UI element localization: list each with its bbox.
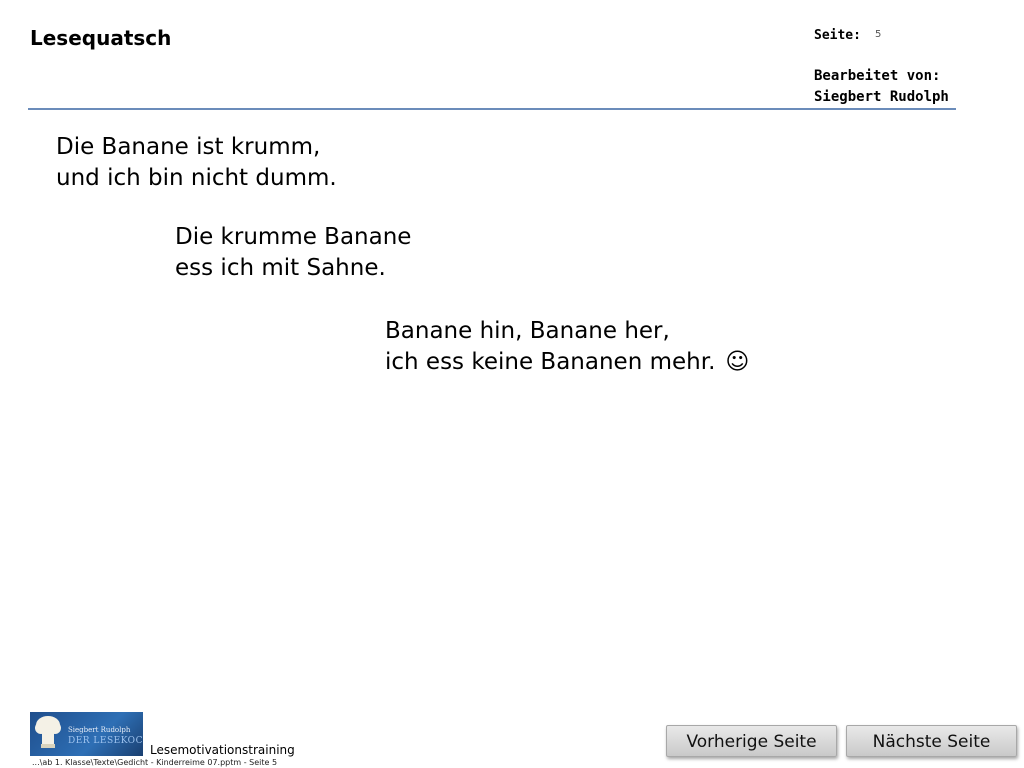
poem-line: Die Banane ist krumm, bbox=[56, 134, 321, 160]
page-title: Lesequatsch bbox=[30, 26, 172, 50]
lesekoch-logo: Siegbert Rudolph DER LESEKOCH bbox=[30, 712, 143, 756]
footer-label: Lesemotivationstraining bbox=[150, 743, 295, 757]
poem-line-with-smiley: ich ess keine Bananen mehr. ☺ bbox=[385, 347, 749, 378]
file-path: ...\ab 1. Klasse\Texte\Gedicht - Kinderr… bbox=[32, 758, 278, 767]
poem-stanza-1: Die Banane ist krumm, und ich bin nicht … bbox=[56, 132, 337, 194]
logo-brand: DER LESEKOCH bbox=[68, 736, 143, 746]
logo-author-name: Siegbert Rudolph bbox=[68, 726, 131, 734]
poem-line: und ich bin nicht dumm. bbox=[56, 165, 337, 191]
poem-line: ess ich mit Sahne. bbox=[175, 255, 386, 281]
smiley-icon: ☺ bbox=[725, 349, 750, 375]
editor-name: Siegbert Rudolph bbox=[814, 89, 949, 105]
page-number: 5 bbox=[875, 29, 882, 40]
poem-line: Banane hin, Banane her, bbox=[385, 318, 670, 344]
previous-page-button[interactable]: Vorherige Seite bbox=[666, 725, 837, 757]
poem-line: ich ess keine Bananen mehr. bbox=[385, 349, 716, 375]
chef-hat-icon bbox=[35, 716, 61, 748]
page-label: Seite: bbox=[814, 28, 861, 43]
next-page-button[interactable]: Nächste Seite bbox=[846, 725, 1017, 757]
editor-info: Bearbeitet von: Siegbert Rudolph bbox=[814, 66, 949, 108]
header-divider bbox=[28, 108, 956, 110]
poem-stanza-2: Die krumme Banane ess ich mit Sahne. bbox=[175, 222, 411, 284]
poem-stanza-3: Banane hin, Banane her, ich ess keine Ba… bbox=[385, 316, 749, 378]
poem-line: Die krumme Banane bbox=[175, 224, 412, 250]
editor-label: Bearbeitet von: bbox=[814, 68, 941, 84]
